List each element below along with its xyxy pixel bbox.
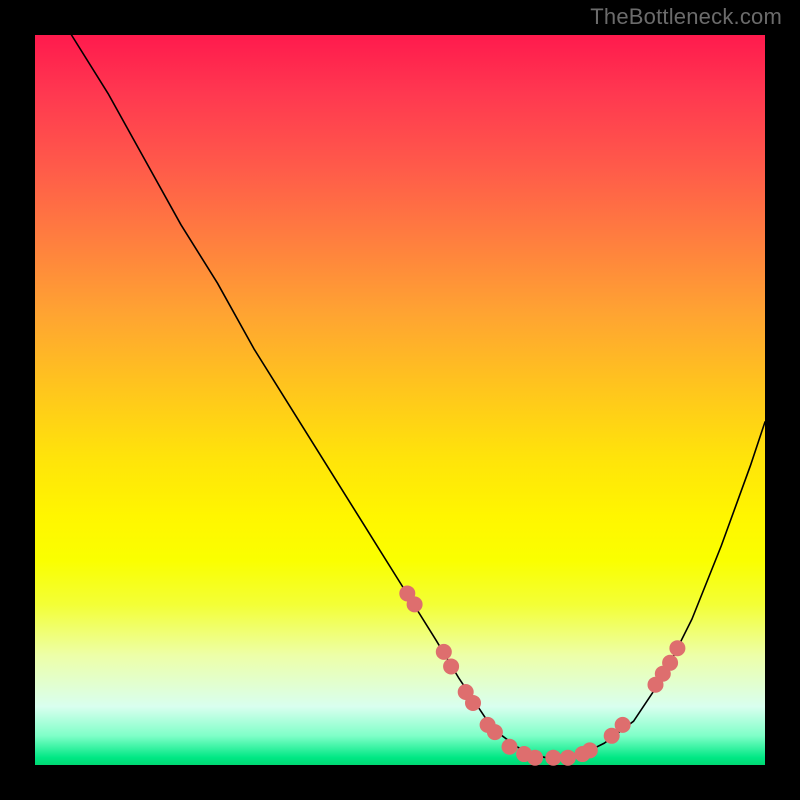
data-marker (527, 750, 543, 766)
data-marker (487, 724, 503, 740)
data-marker (662, 655, 678, 671)
bottleneck-curve (72, 35, 766, 758)
data-marker (560, 750, 576, 766)
attribution-text: TheBottleneck.com (590, 4, 782, 30)
data-marker (407, 596, 423, 612)
data-marker (615, 717, 631, 733)
chart-container: TheBottleneck.com (0, 0, 800, 800)
data-marker (582, 742, 598, 758)
data-marker (465, 695, 481, 711)
data-marker (436, 644, 452, 660)
plot-area (35, 35, 765, 765)
data-marker (502, 739, 518, 755)
data-marker (545, 750, 561, 766)
chart-svg (35, 35, 765, 765)
data-marker (443, 658, 459, 674)
data-marker (669, 640, 685, 656)
data-markers (399, 585, 685, 765)
